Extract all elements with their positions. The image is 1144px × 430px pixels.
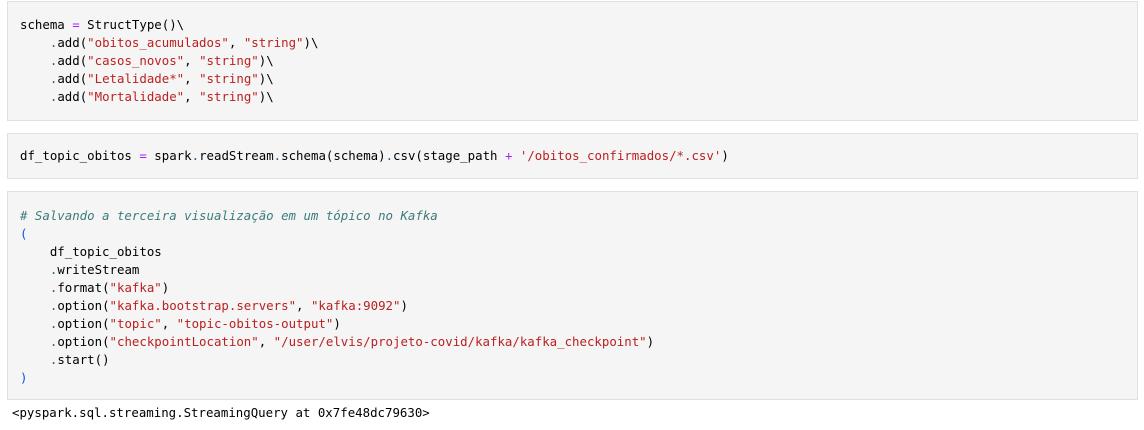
code-token: = <box>139 148 147 163</box>
code-token: "Mortalidade" <box>87 89 185 104</box>
code-token: "string" <box>199 89 259 104</box>
code-line: .option("kafka.bootstrap.servers", "kafk… <box>20 297 408 315</box>
code-token: "casos_novos" <box>87 53 185 68</box>
code-line: .add("Letalidade*", "string")\ <box>20 70 274 88</box>
code-token: , <box>161 316 177 331</box>
code-token: ) <box>333 316 341 331</box>
code-token: add( <box>57 89 88 104</box>
code-token: )\ <box>258 71 274 86</box>
code-token: , <box>296 298 311 313</box>
code-token: , <box>184 89 200 104</box>
code-token: ( <box>20 226 28 241</box>
code-line: .add("casos_novos", "string")\ <box>20 52 274 70</box>
code-cell-writestream[interactable]: # Salvando a terceira visualização em um… <box>7 191 1138 400</box>
code-token: format( <box>57 280 110 295</box>
code-token: , <box>228 35 244 50</box>
code-token: . <box>191 148 200 163</box>
code-token: )\ <box>258 53 274 68</box>
code-token: )\ <box>303 35 319 50</box>
code-token: ) <box>20 370 28 385</box>
code-line: .option("checkpointLocation", "/user/elv… <box>20 333 654 351</box>
code-token: , <box>258 334 274 349</box>
code-token: "string" <box>199 71 259 86</box>
code-token: add( <box>57 71 88 86</box>
code-token: spark <box>146 148 192 163</box>
code-token: df_topic_obitos <box>20 148 140 163</box>
code-token: ) <box>721 148 729 163</box>
code-token: = <box>72 17 80 32</box>
code-token: schema <box>20 17 73 32</box>
cell-output: <pyspark.sql.streaming.StreamingQuery at… <box>12 405 430 420</box>
code-token: schema(schema) <box>281 148 386 163</box>
code-line: .writeStream <box>20 261 140 279</box>
code-line: .option("topic", "topic-obitos-output") <box>20 315 341 333</box>
code-token: add( <box>57 53 88 68</box>
code-token: "checkpointLocation" <box>109 334 259 349</box>
code-line: .add("Mortalidade", "string")\ <box>20 88 274 106</box>
code-token: "topic" <box>109 316 162 331</box>
code-token: '/obitos_confirmados/*.csv' <box>519 148 722 163</box>
code-line: # Salvando a terceira visualização em um… <box>20 207 438 225</box>
code-token: "string" <box>243 35 304 50</box>
code-token: csv(stage_path <box>393 148 505 163</box>
code-line: df_topic_obitos <box>20 243 162 261</box>
code-line: schema = StructType()\ <box>20 16 184 34</box>
code-token: "kafka.bootstrap.servers" <box>109 298 297 313</box>
code-line: ( <box>20 225 27 243</box>
code-line: df_topic_obitos = spark.readStream.schem… <box>20 147 729 165</box>
code-line: .format("kafka") <box>20 279 169 297</box>
code-token: "kafka" <box>109 280 162 295</box>
code-token: # Salvando a terceira visualização em um… <box>20 208 438 223</box>
code-token: ) <box>161 280 170 295</box>
code-token: option( <box>57 316 110 331</box>
code-cell-readstream[interactable]: df_topic_obitos = spark.readStream.schem… <box>7 133 1138 179</box>
code-token: , <box>184 53 200 68</box>
code-cell-schema[interactable]: schema = StructType()\ .add("obitos_acum… <box>7 1 1138 121</box>
code-token: start() <box>57 352 110 367</box>
code-token: )\ <box>258 89 274 104</box>
code-token: "obitos_acumulados" <box>87 35 229 50</box>
code-token: df_topic_obitos <box>20 244 162 259</box>
code-line: .add("obitos_acumulados", "string")\ <box>20 34 319 52</box>
code-token: writeStream <box>57 262 140 277</box>
code-token: "/user/elvis/projeto-covid/kafka/kafka_c… <box>273 334 647 349</box>
code-token: readStream <box>199 148 274 163</box>
code-line: .start() <box>20 351 110 369</box>
code-token: StructType()\ <box>79 17 185 32</box>
code-token: . <box>385 148 394 163</box>
code-token: option( <box>57 298 110 313</box>
code-token: ) <box>400 298 408 313</box>
code-token: ) <box>646 334 655 349</box>
code-token: "kafka:9092" <box>310 298 401 313</box>
code-token: "Letalidade*" <box>87 71 185 86</box>
code-token: "string" <box>199 53 259 68</box>
code-token: "topic-obitos-output" <box>176 316 334 331</box>
code-line: ) <box>20 369 27 387</box>
code-token: add( <box>57 35 88 50</box>
code-token: option( <box>57 334 110 349</box>
code-token: , <box>184 71 200 86</box>
